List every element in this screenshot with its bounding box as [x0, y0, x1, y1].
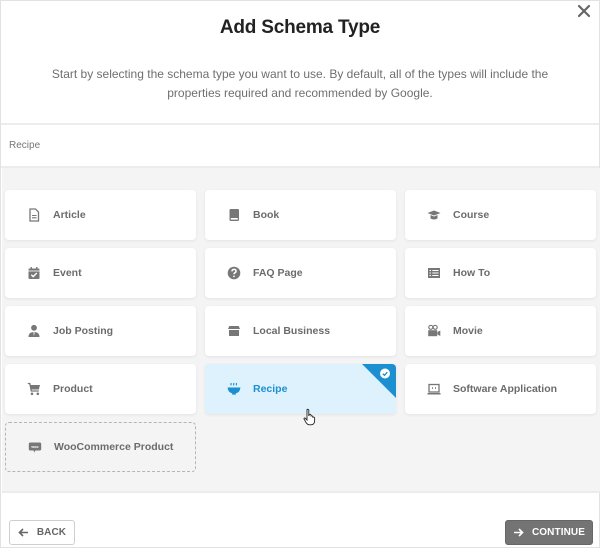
selected-check-badge	[362, 364, 396, 398]
schema-card-label: Event	[53, 267, 82, 279]
schema-card-software-application[interactable]: Software Application	[405, 364, 596, 414]
laptop-icon	[427, 382, 441, 396]
schema-card-article[interactable]: Article	[5, 190, 196, 240]
schema-card-label: How To	[453, 267, 491, 279]
document-icon	[27, 208, 41, 222]
modal-header: Add Schema Type Start by selecting the s…	[1, 1, 599, 125]
schema-card-label: FAQ Page	[253, 267, 303, 279]
arrow-right-icon	[513, 528, 524, 537]
list-icon	[427, 266, 441, 280]
modal-footer: BACK CONTINUE	[1, 495, 600, 548]
book-icon	[227, 208, 241, 222]
add-schema-modal: Add Schema Type Start by selecting the s…	[0, 0, 600, 548]
woo-icon: woo	[28, 440, 42, 454]
schema-card-course[interactable]: Course	[405, 190, 596, 240]
back-label: BACK	[36, 527, 67, 538]
schema-card-woocommerce-product[interactable]: woo WooCommerce Product	[5, 422, 196, 472]
schema-card-how-to[interactable]: How To	[405, 248, 596, 298]
schema-card-local-business[interactable]: Local Business	[205, 306, 396, 356]
cart-icon	[27, 382, 41, 396]
store-icon	[227, 324, 241, 338]
user-tie-icon	[27, 324, 41, 338]
schema-card-movie[interactable]: Movie	[405, 306, 596, 356]
schema-card-recipe[interactable]: Recipe	[205, 364, 396, 414]
schema-card-label: Article	[53, 209, 86, 221]
close-button[interactable]	[577, 4, 591, 18]
schema-card-label: WooCommerce Product	[54, 441, 174, 453]
modal-description: Start by selecting the schema type you w…	[51, 67, 549, 100]
back-button[interactable]: BACK	[9, 520, 75, 545]
hand-pointer-cursor	[303, 408, 317, 426]
search-bar	[1, 125, 599, 168]
schema-card-product[interactable]: Product	[5, 364, 196, 414]
schema-card-label: Job Posting	[53, 325, 114, 337]
bowl-icon	[227, 382, 241, 396]
schema-card-event[interactable]: Event	[5, 248, 196, 298]
schema-card-label: Product	[53, 383, 93, 395]
question-circle-icon	[227, 266, 241, 280]
schema-card-label: Recipe	[253, 383, 288, 395]
schema-card-label: Local Business	[253, 325, 331, 337]
continue-label: CONTINUE	[531, 527, 586, 538]
schema-card-label: Software Application	[453, 383, 558, 395]
schema-card-book[interactable]: Book	[205, 190, 396, 240]
modal-title: Add Schema Type	[219, 17, 381, 38]
schema-card-job-posting[interactable]: Job Posting	[5, 306, 196, 356]
video-camera-icon	[427, 324, 441, 338]
schema-card-label: Course	[453, 209, 490, 221]
schema-type-grid: Article Book Course Event FAQ Page How T…	[2, 168, 600, 493]
schema-card-label: Movie	[453, 325, 483, 337]
svg-text:woo: woo	[30, 445, 39, 449]
close-icon	[577, 4, 591, 18]
graduation-cap-icon	[427, 208, 441, 222]
calendar-check-icon	[27, 266, 41, 280]
continue-button[interactable]: CONTINUE	[505, 520, 593, 545]
schema-card-label: Book	[253, 209, 280, 221]
arrow-left-icon	[18, 528, 28, 537]
schema-card-faq-page[interactable]: FAQ Page	[205, 248, 396, 298]
search-input[interactable]	[9, 140, 591, 151]
